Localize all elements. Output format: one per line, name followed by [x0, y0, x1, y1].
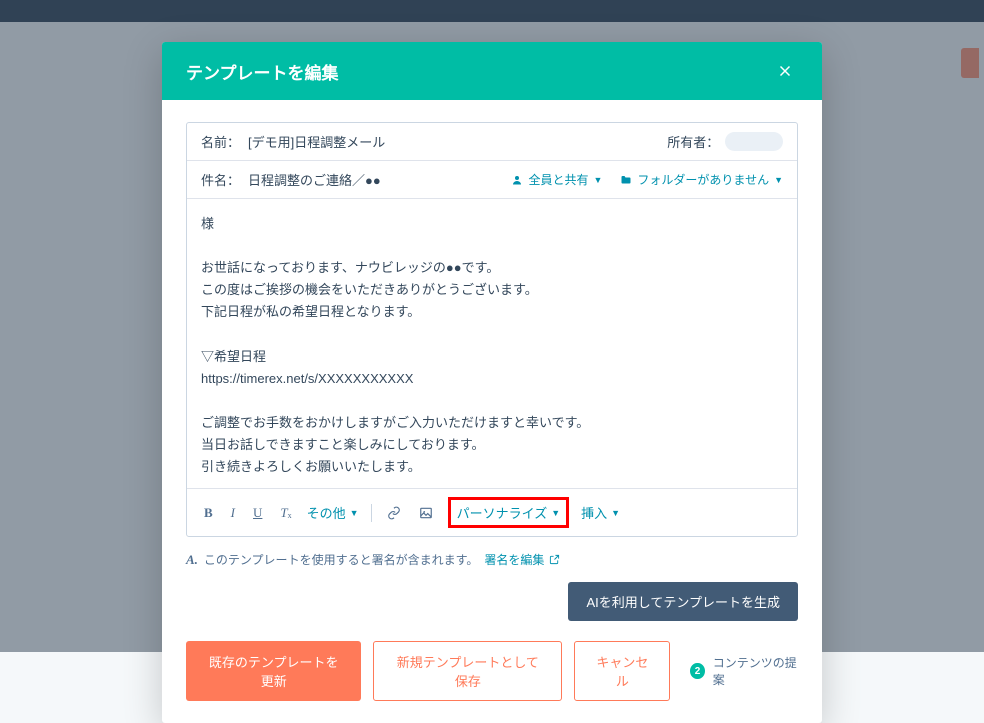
- suggestion-count-badge: 2: [690, 663, 704, 679]
- body-line: ▽希望日程: [201, 346, 783, 368]
- body-line: この度はご挨拶の機会をいただきありがとうございます。: [201, 279, 783, 301]
- folder-dropdown[interactable]: フォルダーがありません ▼: [620, 171, 783, 188]
- image-button[interactable]: [416, 504, 436, 522]
- edit-signature-link[interactable]: 署名を編集: [484, 551, 560, 568]
- subject-row: 件名： 日程調整のご連絡／●● 全員と共有 ▼ フォルダーがありません ▼: [187, 161, 797, 199]
- personalize-highlight: パーソナライズ ▼: [448, 497, 570, 528]
- modal-footer: 既存のテンプレートを更新 新規テンプレートとして保存 キャンセル 2 コンテンツ…: [186, 641, 798, 701]
- other-dropdown[interactable]: その他 ▼: [307, 503, 359, 522]
- form-container: 名前： [デモ用]日程調整メール 所有者： ___ 件名： 日程調整のご連絡／●…: [186, 122, 798, 537]
- close-button[interactable]: [772, 58, 798, 84]
- name-row: 名前： [デモ用]日程調整メール 所有者： ___: [187, 123, 797, 161]
- clear-format-button[interactable]: T: [277, 503, 294, 523]
- edit-template-modal: テンプレートを編集 名前： [デモ用]日程調整メール 所有者： ___ 件名： …: [162, 42, 822, 723]
- owner-section: 所有者： ___: [667, 132, 783, 151]
- body-line: https://timerex.net/s/XXXXXXXXXXX: [201, 368, 783, 390]
- save-new-template-button[interactable]: 新規テンプレートとして保存: [373, 641, 562, 701]
- folder-icon: [620, 174, 632, 186]
- subject-input[interactable]: 日程調整のご連絡／●●: [248, 170, 511, 189]
- ai-button-row: AIを利用してテンプレートを生成: [186, 582, 798, 621]
- italic-button[interactable]: I: [228, 503, 238, 523]
- caret-down-icon: ▼: [774, 175, 783, 185]
- suggestion-label: コンテンツの提案: [713, 654, 798, 688]
- personalize-dropdown[interactable]: パーソナライズ ▼: [457, 503, 561, 522]
- update-template-button[interactable]: 既存のテンプレートを更新: [186, 641, 361, 701]
- body-line: ご調整でお手数をおかけしますがご入力いただけますと幸いです。: [201, 412, 783, 434]
- signature-icon: A.: [186, 552, 198, 568]
- underline-button[interactable]: U: [250, 503, 265, 523]
- ai-generate-button[interactable]: AIを利用してテンプレートを生成: [568, 582, 798, 621]
- owner-value[interactable]: ___: [725, 132, 783, 151]
- toolbar-separator: [371, 504, 372, 522]
- caret-down-icon: ▼: [350, 508, 359, 518]
- modal-title: テンプレートを編集: [186, 59, 339, 84]
- modal-body: 名前： [デモ用]日程調整メール 所有者： ___ 件名： 日程調整のご連絡／●…: [162, 100, 822, 723]
- owner-label: 所有者：: [667, 132, 719, 151]
- body-line: お世話になっております、ナウビレッジの●●です。: [201, 257, 783, 279]
- bold-button[interactable]: B: [201, 503, 216, 523]
- user-icon: [511, 174, 523, 186]
- email-body-editor[interactable]: 様 お世話になっております、ナウビレッジの●●です。 この度はご挨拶の機会をいた…: [187, 199, 797, 488]
- caret-down-icon: ▼: [551, 508, 560, 518]
- share-dropdown[interactable]: 全員と共有 ▼: [511, 171, 602, 188]
- body-line: 当日お話しできますこと楽しみにしております。: [201, 434, 783, 456]
- link-icon: [387, 506, 401, 520]
- caret-down-icon: ▼: [594, 175, 603, 185]
- link-button[interactable]: [384, 504, 404, 522]
- signature-text: このテンプレートを使用すると署名が含まれます。: [204, 551, 478, 568]
- body-line: 引き続きよろしくお願いいたします。: [201, 456, 783, 478]
- cancel-button[interactable]: キャンセル: [574, 641, 670, 701]
- caret-down-icon: ▼: [611, 508, 620, 518]
- insert-dropdown[interactable]: 挿入 ▼: [581, 503, 620, 522]
- signature-notice: A. このテンプレートを使用すると署名が含まれます。 署名を編集: [186, 551, 798, 568]
- close-icon: [776, 62, 794, 80]
- body-line: 様: [201, 213, 783, 235]
- subject-label: 件名：: [201, 170, 240, 189]
- external-link-icon: [549, 554, 560, 565]
- body-line: 下記日程が私の希望日程となります。: [201, 301, 783, 323]
- name-input[interactable]: [デモ用]日程調整メール: [248, 132, 667, 151]
- image-icon: [419, 506, 433, 520]
- editor-toolbar: B I U T その他 ▼: [187, 488, 797, 536]
- modal-overlay: テンプレートを編集 名前： [デモ用]日程調整メール 所有者： ___ 件名： …: [0, 0, 984, 652]
- name-label: 名前：: [201, 132, 240, 151]
- modal-header: テンプレートを編集: [162, 42, 822, 100]
- content-suggestions[interactable]: 2 コンテンツの提案: [690, 654, 798, 688]
